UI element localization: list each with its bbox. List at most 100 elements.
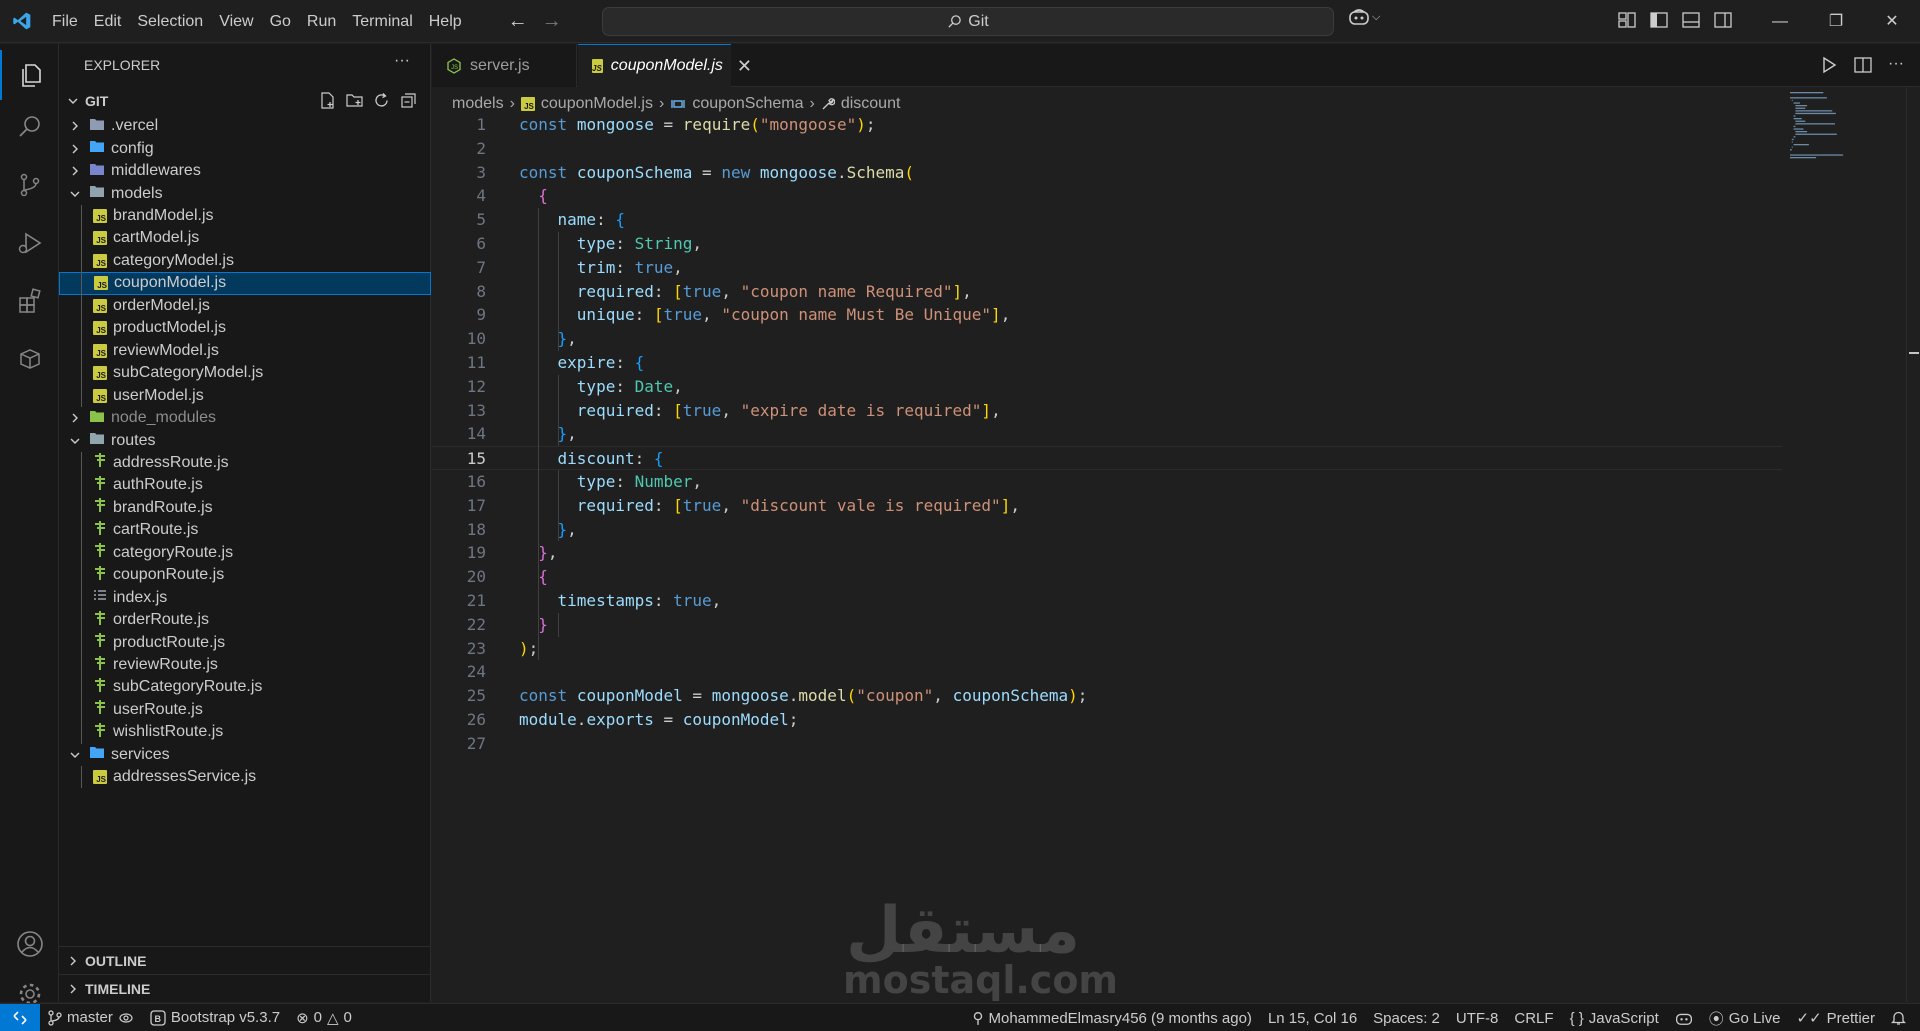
breadcrumb-property[interactable]: discount [841, 95, 901, 113]
bootstrap-indicator[interactable]: B Bootstrap v5.3.7 [142, 1009, 288, 1026]
tree-file[interactable]: authRoute.js [59, 474, 431, 496]
breadcrumb-file[interactable]: couponModel.js [541, 95, 653, 113]
code-line[interactable]: 27 [432, 732, 1782, 756]
branch-indicator[interactable]: master [40, 1009, 142, 1026]
code-line[interactable]: 9 unique: [true, "coupon name Must Be Un… [432, 303, 1782, 327]
tree-file[interactable]: JS orderModel.js [59, 295, 431, 317]
code-line[interactable]: 4 { [432, 184, 1782, 208]
code-line[interactable]: 11 expire: { [432, 351, 1782, 375]
more-actions-icon[interactable]: ··· [394, 52, 410, 70]
tree-file[interactable]: JS userModel.js [59, 384, 431, 406]
tree-file[interactable]: JS brandModel.js [59, 205, 431, 227]
menu-go[interactable]: Go [262, 0, 299, 43]
menu-selection[interactable]: Selection [129, 0, 211, 43]
code-line[interactable]: 8 required: [true, "coupon name Required… [432, 280, 1782, 304]
eol-indicator[interactable]: CRLF [1506, 1010, 1561, 1027]
tab-server-js[interactable]: JS server.js [432, 44, 577, 87]
tree-file[interactable]: cartRoute.js [59, 519, 431, 541]
code-line[interactable]: 22 } [432, 613, 1782, 637]
code-line[interactable]: 12 type: Date, [432, 375, 1782, 399]
tree-file[interactable]: JS couponModel.js [59, 272, 431, 295]
code-line[interactable]: 13 required: [true, "expire date is requ… [432, 399, 1782, 423]
tree-file[interactable]: orderRoute.js [59, 609, 431, 631]
new-folder-icon[interactable] [346, 92, 363, 109]
tree-file[interactable]: JS reviewModel.js [59, 340, 431, 362]
tree-file[interactable]: JS productModel.js [59, 317, 431, 339]
more-actions-icon[interactable]: ··· [1888, 56, 1904, 74]
source-control-icon[interactable] [0, 160, 59, 210]
encoding-indicator[interactable]: UTF-8 [1448, 1010, 1507, 1027]
tree-folder[interactable]: config [59, 137, 431, 159]
tab-couponmodel-js[interactable]: JS couponModel.js ✕ [578, 44, 752, 87]
tree-file[interactable]: reviewRoute.js [59, 654, 431, 676]
remote-indicator[interactable] [0, 1003, 40, 1031]
accounts-icon[interactable] [0, 919, 59, 969]
tree-file[interactable]: index.js [59, 586, 431, 608]
menu-help[interactable]: Help [421, 0, 470, 43]
indentation-indicator[interactable]: Spaces: 2 [1365, 1010, 1448, 1027]
minimap[interactable] [1782, 88, 1902, 208]
close-icon[interactable]: ✕ [737, 56, 752, 77]
extensions-icon[interactable] [0, 276, 59, 326]
copilot-button[interactable]: ⌵ [1348, 8, 1380, 26]
collapse-all-icon[interactable] [400, 92, 417, 109]
restore-icon[interactable]: ❐ [1808, 0, 1864, 43]
git-blame-indicator[interactable]: ⚲ MohammedElmasry456 (9 months ago) [964, 1009, 1259, 1028]
code-line[interactable]: 25 const couponModel = mongoose.model("co… [432, 684, 1782, 708]
notifications-button[interactable] [1883, 1010, 1920, 1026]
code-line[interactable]: 7 trim: true, [432, 256, 1782, 280]
copilot-status[interactable] [1667, 1011, 1701, 1026]
editor-scrollbar[interactable] [1906, 87, 1920, 1002]
remote-explorer-icon[interactable] [0, 334, 59, 384]
refresh-icon[interactable] [373, 92, 390, 109]
code-line[interactable]: 26 module.exports = couponModel; [432, 708, 1782, 732]
search-icon[interactable] [0, 102, 59, 152]
close-icon[interactable]: ✕ [1864, 0, 1920, 43]
code-line[interactable]: 14 }, [432, 422, 1782, 446]
tree-file[interactable]: brandRoute.js [59, 497, 431, 519]
code-line[interactable]: 15 discount: { [432, 446, 1782, 470]
explorer-icon[interactable] [0, 50, 59, 100]
minimize-icon[interactable]: — [1752, 0, 1808, 43]
outline-section-header[interactable]: OUTLINE [59, 946, 431, 974]
split-editor-icon[interactable] [1854, 56, 1872, 74]
code-line[interactable]: 16 type: Number, [432, 470, 1782, 494]
menu-edit[interactable]: Edit [86, 0, 130, 43]
tree-folder[interactable]: .vercel [59, 115, 431, 137]
toggle-secondary-sidebar-icon[interactable] [1714, 11, 1732, 29]
tree-folder[interactable]: node_modules [59, 407, 431, 429]
code-line[interactable]: 20 { [432, 565, 1782, 589]
new-file-icon[interactable] [319, 92, 336, 109]
code-line[interactable]: 19 }, [432, 541, 1782, 565]
cursor-position[interactable]: Ln 15, Col 16 [1260, 1010, 1365, 1027]
workspace-folder-header[interactable]: GIT [59, 88, 431, 114]
tree-file[interactable]: subCategoryRoute.js [59, 676, 431, 698]
tree-folder[interactable]: middlewares [59, 160, 431, 182]
tree-file[interactable]: JS categoryModel.js [59, 250, 431, 272]
tree-file[interactable]: addressRoute.js [59, 452, 431, 474]
toggle-panel-icon[interactable] [1682, 11, 1700, 29]
code-line[interactable]: 10 }, [432, 327, 1782, 351]
breadcrumb-symbol[interactable]: couponSchema [692, 95, 803, 113]
tree-file[interactable]: wishlistRoute.js [59, 721, 431, 743]
run-file-icon[interactable] [1820, 56, 1838, 74]
customize-layout-icon[interactable] [1618, 11, 1636, 29]
tree-file[interactable]: userRoute.js [59, 699, 431, 721]
code-line[interactable]: 2 [432, 137, 1782, 161]
menu-run[interactable]: Run [299, 0, 344, 43]
prettier-indicator[interactable]: ✓✓ Prettier [1789, 1009, 1884, 1028]
code-line[interactable]: 24 [432, 660, 1782, 684]
go-live-button[interactable]: ⦿ Go Live [1701, 1008, 1789, 1029]
tree-file[interactable]: categoryRoute.js [59, 542, 431, 564]
tree-folder[interactable]: routes [59, 429, 431, 451]
forward-arrow-icon[interactable]: → [542, 10, 562, 33]
code-line[interactable]: 5 name: { [432, 208, 1782, 232]
timeline-section-header[interactable]: TIMELINE [59, 974, 431, 1002]
code-line[interactable]: 17 required: [true, "discount vale is re… [432, 494, 1782, 518]
code-line[interactable]: 21 timestamps: true, [432, 589, 1782, 613]
tree-file[interactable]: couponRoute.js [59, 564, 431, 586]
tree-file[interactable]: JS addressesService.js [59, 766, 431, 788]
toggle-primary-sidebar-icon[interactable] [1650, 11, 1668, 29]
code-line[interactable]: 18 }, [432, 518, 1782, 542]
back-arrow-icon[interactable]: ← [508, 10, 528, 33]
